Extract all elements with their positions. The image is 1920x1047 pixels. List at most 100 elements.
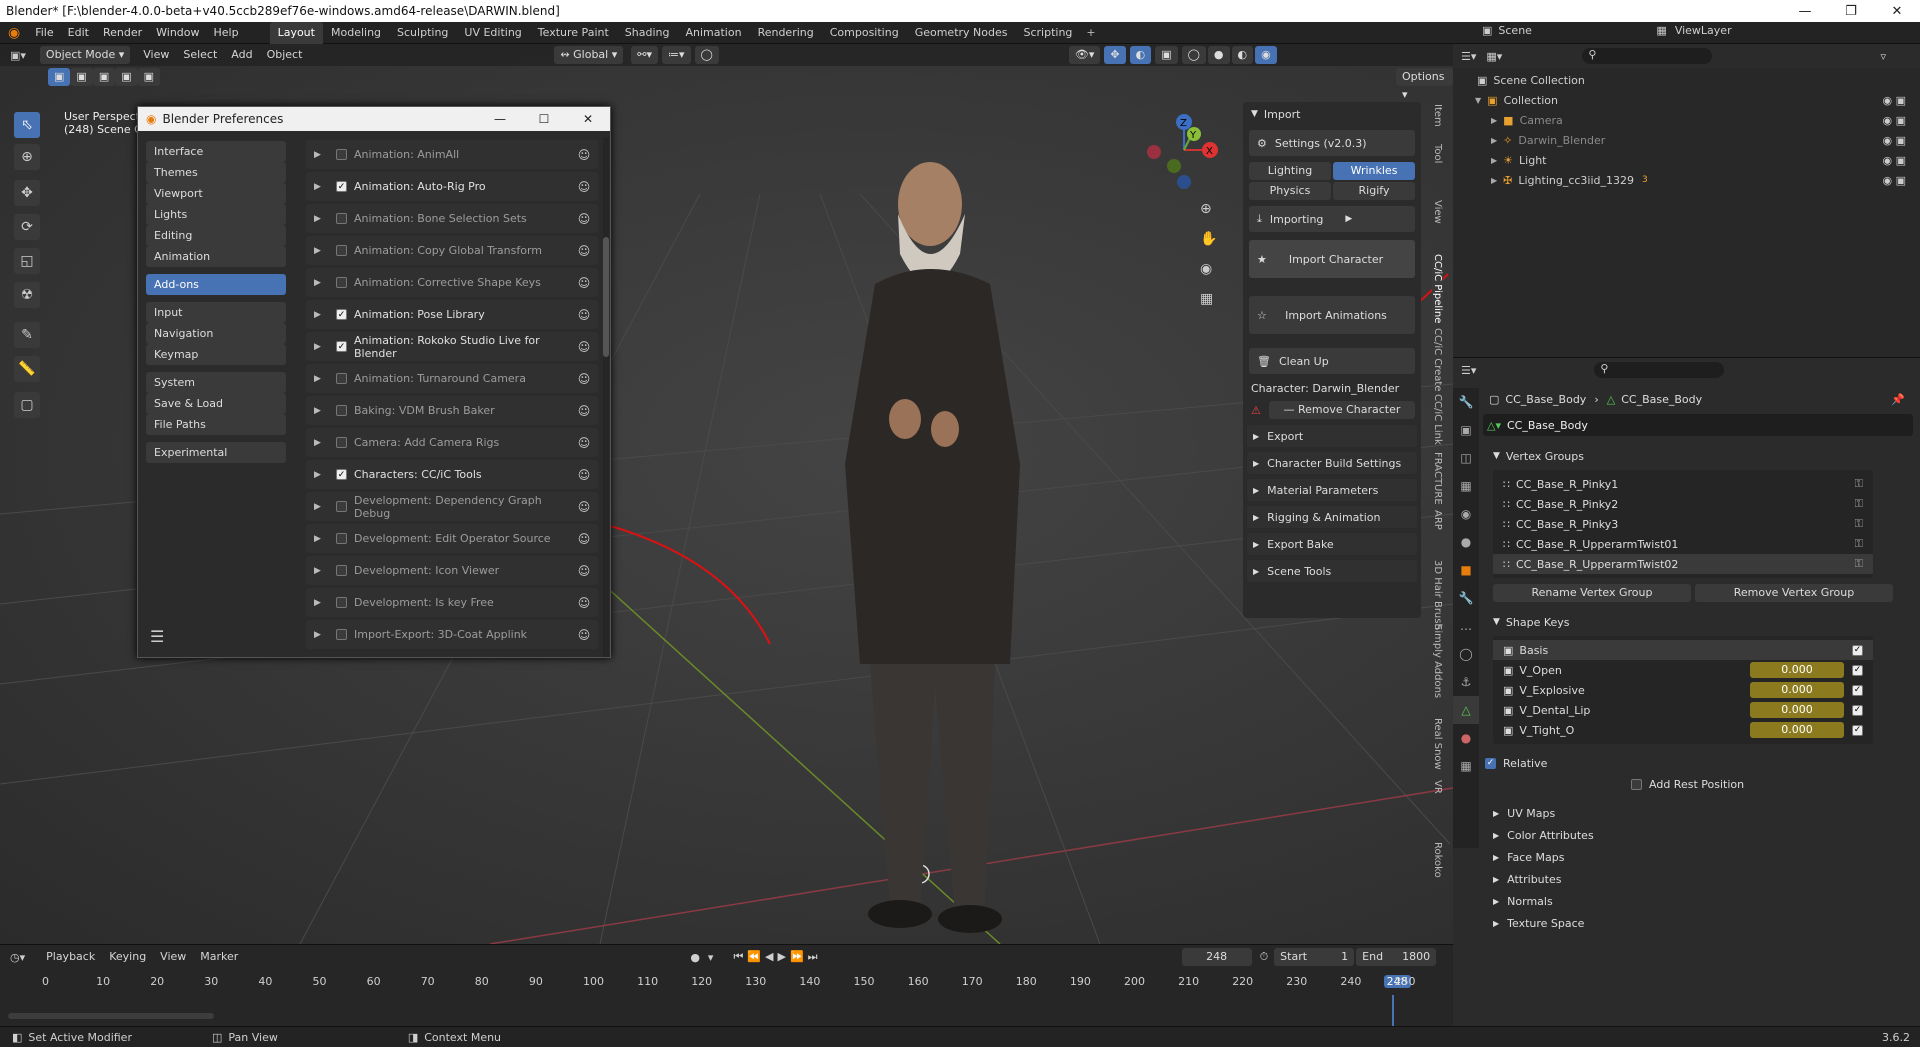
nav-add-ons[interactable]: Add-ons bbox=[146, 274, 286, 295]
addon-checkbox[interactable] bbox=[336, 405, 347, 416]
shading-rendered-icon[interactable]: ◉ bbox=[1255, 46, 1277, 64]
toggle-rigify[interactable]: Rigify bbox=[1333, 182, 1415, 200]
options-dropdown[interactable]: Options ▾ bbox=[1396, 68, 1453, 101]
scene-collection-row[interactable]: ▣ Scene Collection bbox=[1453, 70, 1920, 90]
relative-row[interactable]: ✓ Relative bbox=[1485, 752, 1913, 774]
addon-row[interactable]: ▶ ✓ Animation: Pose Library ☺ bbox=[306, 300, 598, 329]
add-rest-position-row[interactable]: Add Rest Position bbox=[1623, 774, 1913, 794]
addon-checkbox[interactable] bbox=[336, 629, 347, 640]
visibility-eye-icon[interactable]: ◉ ▣ bbox=[1883, 154, 1907, 167]
outliner-item-darwin-blender[interactable]: ▶ ✧ Darwin_Blender ◉ ▣ bbox=[1453, 130, 1920, 150]
remove-vertex-group-button[interactable]: Remove Vertex Group bbox=[1695, 584, 1893, 602]
viewport-menu-object[interactable]: Object bbox=[260, 44, 310, 66]
select-intersect-icon[interactable]: ▣ bbox=[137, 68, 161, 86]
section-uv-maps[interactable]: ▶ UV Maps bbox=[1483, 802, 1913, 824]
gizmo-toggle-icon[interactable]: ✥ bbox=[1104, 46, 1126, 64]
record-options-icon[interactable]: ▾ bbox=[708, 951, 714, 964]
playback-controls[interactable]: ⏮⏪◀▶⏩⏭ bbox=[733, 950, 821, 964]
snap-icon[interactable]: ≔▾ bbox=[662, 46, 691, 64]
section-scene-tools[interactable]: ▶ Scene Tools bbox=[1247, 560, 1417, 582]
scene-tab-icon[interactable]: ◉ bbox=[1453, 500, 1479, 528]
timeline-menu-playback[interactable]: Playback bbox=[39, 946, 102, 968]
scene-selector[interactable]: Scene bbox=[1498, 24, 1598, 37]
addon-row[interactable]: ▶ Animation: Bone Selection Sets ☺ bbox=[306, 204, 598, 233]
shading-wire-icon[interactable]: ◯ bbox=[1181, 46, 1206, 64]
camera-view-icon[interactable]: ◉ bbox=[1200, 254, 1217, 284]
outliner-search-input[interactable]: ⚲ bbox=[1582, 48, 1713, 64]
lock-icon[interactable]: ⚿ bbox=[1855, 477, 1863, 491]
import-animations-button[interactable]: ☆ Import Animations bbox=[1249, 296, 1415, 334]
expand-arrow-icon[interactable]: ▶ bbox=[314, 246, 328, 256]
pin-icon[interactable]: 📌 bbox=[1891, 393, 1905, 406]
shape-key-row[interactable]: ▣ Basis ✓ bbox=[1493, 640, 1873, 660]
stopwatch-icon[interactable]: ⏱ bbox=[1260, 950, 1269, 964]
toggle-physics[interactable]: Physics bbox=[1249, 182, 1331, 200]
section-export-bake[interactable]: ▶ Export Bake bbox=[1247, 533, 1417, 555]
visibility-eye-icon[interactable]: ◉ ▣ bbox=[1883, 94, 1907, 107]
sidebar-tab-arp[interactable]: ARP bbox=[1432, 510, 1443, 530]
proportional-edit-icon[interactable]: ◯ bbox=[694, 46, 719, 64]
keyframe-record-icon[interactable]: ● bbox=[690, 951, 700, 964]
nav-experimental[interactable]: Experimental bbox=[146, 442, 286, 463]
nav-save-load[interactable]: Save & Load bbox=[146, 393, 286, 414]
prefs-close-icon[interactable]: ✕ bbox=[566, 112, 610, 126]
clean-up-button[interactable]: 🗑 Clean Up bbox=[1249, 348, 1415, 374]
tab-geometry-nodes[interactable]: Geometry Nodes bbox=[907, 22, 1016, 44]
addon-row[interactable]: ▶ Animation: Turnaround Camera ☺ bbox=[306, 364, 598, 393]
editor-type-icon[interactable]: ▣▾ bbox=[10, 49, 26, 62]
select-box-icon[interactable]: ⬁ bbox=[14, 112, 40, 138]
sidebar-tab-cc-ic-pipeline[interactable]: CC/iC Pipeline bbox=[1432, 254, 1443, 324]
menu-help[interactable]: Help bbox=[207, 22, 246, 44]
blender-logo-icon[interactable]: ◉ bbox=[0, 25, 28, 41]
shape-key-row[interactable]: ▣ V_Dental_Lip 0.000 ✓ bbox=[1493, 700, 1873, 720]
vertex-group-row[interactable]: ∷ CC_Base_R_Pinky2 ⚿ bbox=[1493, 494, 1873, 514]
outliner-editor-icon[interactable]: ☰▾ bbox=[1461, 50, 1476, 63]
addon-checkbox[interactable] bbox=[336, 277, 347, 288]
importing-row[interactable]: ⤓ Importing ▶ bbox=[1249, 206, 1415, 232]
expand-arrow-icon[interactable]: ▶ bbox=[314, 182, 328, 192]
shape-key-mute-checkbox[interactable]: ✓ bbox=[1852, 644, 1863, 656]
shape-key-value[interactable]: 0.000 bbox=[1750, 702, 1844, 718]
menu-render[interactable]: Render bbox=[96, 22, 149, 44]
tab-modeling[interactable]: Modeling bbox=[323, 22, 389, 44]
sidebar-tab-cc-ic-create[interactable]: CC/iC Create bbox=[1432, 328, 1443, 392]
move-icon[interactable]: ✥ bbox=[14, 180, 40, 206]
menu-file[interactable]: File bbox=[28, 22, 60, 44]
section-rigging-animation[interactable]: ▶ Rigging & Animation bbox=[1247, 506, 1417, 528]
addon-row[interactable]: ▶ Development: Is key Free ☺ bbox=[306, 588, 598, 617]
shape-key-mute-checkbox[interactable]: ✓ bbox=[1852, 724, 1863, 736]
expand-arrow-icon[interactable]: ▶ bbox=[314, 214, 328, 224]
timeline-ruler[interactable]: 0 10 20 30 40 50 60 70 80 90 100 110 120 130 140 150 160… bbox=[0, 975, 1453, 995]
select-new-icon[interactable]: ▣ bbox=[48, 68, 71, 86]
disclosure-icon[interactable]: ▶ bbox=[1491, 116, 1497, 125]
select-subtract-icon[interactable]: ▣ bbox=[92, 68, 116, 86]
hamburger-menu-icon[interactable]: ☰ bbox=[150, 627, 164, 646]
menu-window[interactable]: Window bbox=[149, 22, 206, 44]
vertex-groups-header[interactable]: ▼ Vertex Groups bbox=[1483, 444, 1913, 468]
addon-row[interactable]: ▶ ✓ Characters: CC/iC Tools ☺ bbox=[306, 460, 598, 489]
import-panel-header[interactable]: ▼ Import bbox=[1243, 102, 1421, 126]
mode-selector[interactable]: Object Mode ▾ bbox=[39, 46, 131, 64]
prefs-minimize-icon[interactable]: — bbox=[478, 112, 522, 126]
addon-checkbox[interactable] bbox=[336, 213, 347, 224]
addon-checkbox[interactable] bbox=[336, 597, 347, 608]
nav-lights[interactable]: Lights bbox=[146, 204, 286, 225]
view-layer-tab-icon[interactable]: ▦ bbox=[1453, 472, 1479, 500]
section-color-attributes[interactable]: ▶ Color Attributes bbox=[1483, 824, 1913, 846]
nav-viewport[interactable]: Viewport bbox=[146, 183, 286, 204]
tab-sculpting[interactable]: Sculpting bbox=[389, 22, 456, 44]
cursor-icon[interactable]: ⊕ bbox=[14, 144, 40, 170]
addon-checkbox[interactable]: ✓ bbox=[336, 181, 347, 192]
expand-arrow-icon[interactable]: ▶ bbox=[314, 342, 328, 352]
section-export[interactable]: ▶ Export bbox=[1247, 425, 1417, 447]
sidebar-tab-simply-addons[interactable]: Simply Addons bbox=[1432, 624, 1443, 698]
settings-row[interactable]: ⚙ Settings (v2.0.3) bbox=[1249, 130, 1415, 156]
outliner-item-lighting-cc3iid-1329[interactable]: ▶ ✠ Lighting_cc3iid_1329 3 ◉ ▣ bbox=[1453, 170, 1920, 190]
menu-edit[interactable]: Edit bbox=[61, 22, 96, 44]
shape-key-row[interactable]: ▣ V_Tight_O 0.000 ✓ bbox=[1493, 720, 1873, 740]
disclosure-icon[interactable]: ▼ bbox=[1475, 96, 1481, 105]
vertex-group-row[interactable]: ∷ CC_Base_R_Pinky3 ⚿ bbox=[1493, 514, 1873, 534]
remove-character-button[interactable]: — Remove Character bbox=[1268, 401, 1415, 419]
nav-input[interactable]: Input bbox=[146, 302, 286, 323]
zoom-icon[interactable]: ⊕ bbox=[1200, 194, 1217, 224]
